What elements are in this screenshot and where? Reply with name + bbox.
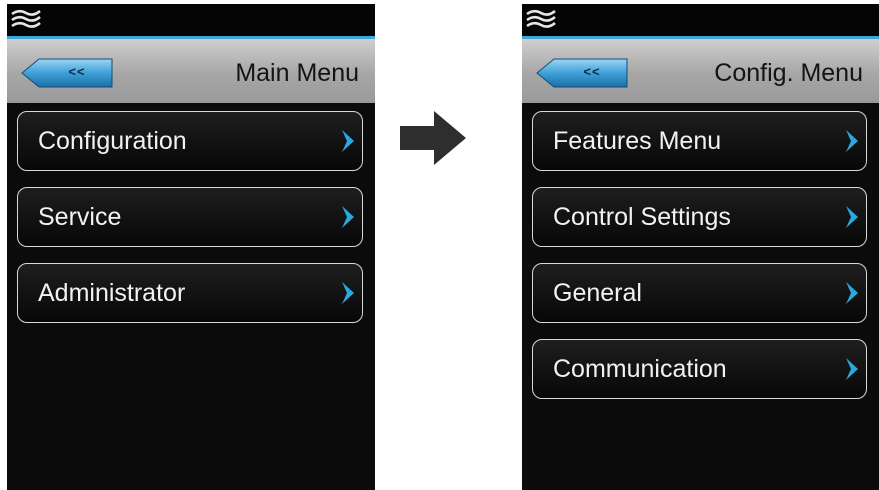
menu-item-general[interactable]: General: [532, 263, 867, 323]
menu-item-label: Service: [38, 203, 122, 231]
menu-item-features-menu[interactable]: Features Menu: [532, 111, 867, 171]
menu-item-service[interactable]: Service: [17, 187, 363, 247]
menu-item-label: Configuration: [38, 127, 187, 155]
back-button[interactable]: <<: [536, 58, 628, 88]
page-title: Config. Menu: [714, 59, 863, 87]
back-button-label: <<: [68, 64, 86, 79]
menu-list: Features Menu Control Settings General C…: [532, 111, 867, 415]
config-menu-screen: << Config. Menu Features Menu Control Se…: [522, 4, 879, 490]
menu-item-label: General: [553, 279, 642, 307]
menu-item-configuration[interactable]: Configuration: [17, 111, 363, 171]
wave-logo-icon: [11, 9, 41, 28]
wave-logo-icon: [526, 9, 556, 28]
menu-item-communication[interactable]: Communication: [532, 339, 867, 399]
main-menu-screen: << Main Menu Configuration Service Admin…: [7, 4, 375, 490]
chevron-right-icon: [846, 282, 858, 304]
chevron-right-icon: [342, 282, 354, 304]
top-bar: [522, 4, 879, 36]
arrow-right-icon: [400, 111, 466, 165]
back-button-label: <<: [583, 64, 601, 79]
page-title: Main Menu: [235, 59, 359, 87]
chevron-right-icon: [846, 358, 858, 380]
menu-item-administrator[interactable]: Administrator: [17, 263, 363, 323]
menu-item-control-settings[interactable]: Control Settings: [532, 187, 867, 247]
top-bar: [7, 4, 375, 36]
menu-item-label: Administrator: [38, 279, 186, 307]
header-bar: << Config. Menu: [522, 39, 879, 103]
menu-item-label: Communication: [553, 355, 727, 383]
menu-list: Configuration Service Administrator: [17, 111, 363, 339]
chevron-right-icon: [342, 130, 354, 152]
chevron-right-icon: [342, 206, 354, 228]
back-button[interactable]: <<: [21, 58, 113, 88]
menu-item-label: Features Menu: [553, 127, 722, 155]
chevron-right-icon: [846, 130, 858, 152]
menu-item-label: Control Settings: [553, 203, 731, 231]
chevron-right-icon: [846, 206, 858, 228]
header-bar: << Main Menu: [7, 39, 375, 103]
